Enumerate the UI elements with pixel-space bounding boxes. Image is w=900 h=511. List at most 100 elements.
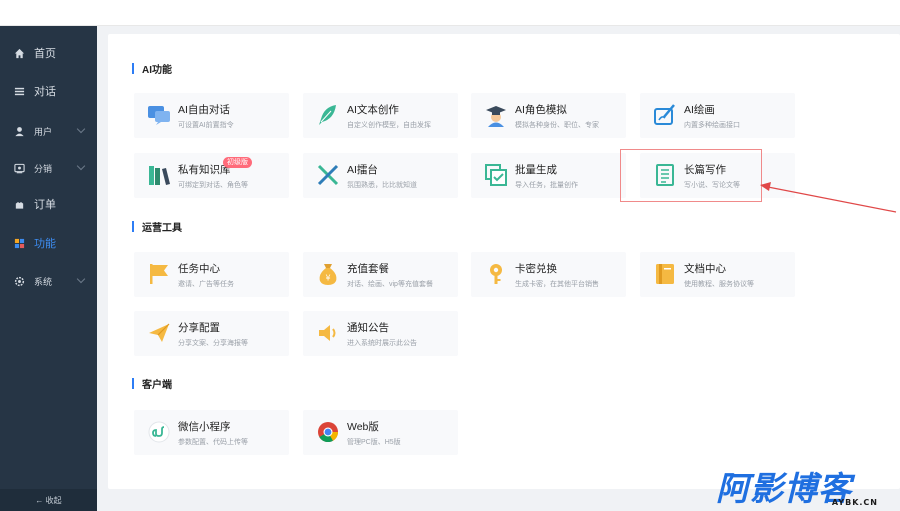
card-web-version[interactable]: Web版 管理PC版、H5版 (303, 410, 458, 455)
card-desc: 模拟各种身份、职位、专家 (515, 122, 599, 129)
section-title-client: 客户端 (132, 376, 172, 391)
list-icon (12, 84, 26, 98)
collapse-sidebar-button[interactable]: ← 收起 (0, 489, 97, 511)
highlight-box (620, 149, 762, 202)
card-notice-announcement[interactable]: 通知公告 进入系统时展示此公告 (303, 311, 458, 356)
section-title-text: 客户端 (142, 379, 172, 391)
card-document-center[interactable]: 文档中心 使用教程、服务协议等 (640, 252, 795, 297)
card-title: AI文本创作 (347, 104, 399, 116)
order-icon (12, 197, 26, 211)
card-private-knowledge-base[interactable]: 私有知识库 初级版 可绑定到对话、角色等 (134, 153, 289, 198)
paint-icon (652, 102, 678, 128)
speaker-icon (315, 320, 341, 346)
sidebar-item-label: 对话 (34, 86, 56, 98)
card-title: 批量生成 (515, 164, 557, 176)
card-desc: 邀请、广告等任务 (178, 281, 234, 288)
sidebar-item-home[interactable]: 首页 (0, 34, 97, 72)
card-desc: 自定义创作模型，自由发挥 (347, 122, 431, 129)
miniprogram-icon (146, 419, 172, 445)
card-ai-painting[interactable]: AI绘画 内置多种绘画接口 (640, 93, 795, 138)
sidebar-item-chat[interactable]: 对话 (0, 72, 97, 110)
card-title: AI角色模拟 (515, 104, 567, 116)
card-share-settings[interactable]: 分享配置 分享文案、分享海报等 (134, 311, 289, 356)
card-desc: 使用教程、服务协议等 (684, 281, 754, 288)
card-title: 微信小程序 (178, 421, 231, 433)
card-title: 分享配置 (178, 322, 220, 334)
money-bag-icon: ¥ (315, 261, 341, 287)
chrome-icon (315, 419, 341, 445)
section-title-text: 运营工具 (142, 222, 182, 234)
sidebar-item-label: 用户 (34, 126, 53, 137)
card-title: 任务中心 (178, 263, 220, 275)
card-desc: 进入系统时展示此公告 (347, 340, 417, 347)
gear-icon (12, 274, 26, 288)
card-ai-free-chat[interactable]: AI自由对话 可设置AI前置指令 (134, 93, 289, 138)
card-wechat-miniprogram[interactable]: 微信小程序 参数配置、代码上传等 (134, 410, 289, 455)
card-title: 文档中心 (684, 263, 726, 275)
sidebar-item-label: 系统 (34, 276, 53, 287)
user-icon (12, 124, 26, 138)
sidebar-item-label: 功能 (34, 238, 56, 250)
section-accent-bar (132, 62, 134, 74)
card-desc: 导入任务，批量创作 (515, 182, 578, 189)
watermark-logo: 阿影博客 AYBK.CN (714, 460, 900, 511)
card-desc: 内置多种绘画接口 (684, 122, 740, 129)
main-panel: AI功能 AI自由对话 可设置AI前置指令 AI文本创作 自定义创作模型，自由发… (108, 34, 900, 489)
card-desc: 对话、绘画、vip等充值套餐 (347, 281, 433, 288)
card-title: Web版 (347, 421, 379, 433)
card-desc: 氛围熟悉，比比就知道 (347, 182, 417, 189)
chat-bubble-icon (146, 102, 172, 128)
version-badge: 初级版 (223, 157, 252, 168)
flag-icon (146, 261, 172, 287)
card-title: AI自由对话 (178, 104, 230, 116)
card-ai-role-play[interactable]: AI角色模拟 模拟各种身份、职位、专家 (471, 93, 626, 138)
annotation-arrow-icon (760, 182, 897, 213)
card-desc: 参数配置、代码上传等 (178, 439, 248, 446)
swords-icon (315, 162, 341, 188)
watermark-subtext: AYBK.CN (831, 498, 878, 507)
card-desc: 管理PC版、H5版 (347, 439, 401, 446)
card-title: AI绘画 (684, 104, 715, 116)
chevron-down-icon (76, 274, 86, 284)
card-card-key-exchange[interactable]: 卡密兑换 生成卡密，在其他平台销售 (471, 252, 626, 297)
sidebar-item-label: 首页 (34, 48, 56, 60)
apps-icon (12, 236, 26, 250)
section-title-text: AI功能 (142, 64, 172, 76)
sidebar: 首页 对话 用户 分销 订单 功能 系统 ← 收起 (0, 26, 97, 511)
sidebar-item-features[interactable]: 功能 (0, 224, 97, 262)
card-batch-generation[interactable]: 批量生成 导入任务，批量创作 (471, 153, 626, 198)
card-title: 充值套餐 (347, 263, 389, 275)
chevron-down-icon (76, 124, 86, 134)
svg-text:¥: ¥ (325, 274, 330, 283)
sidebar-item-system[interactable]: 系统 (0, 262, 97, 300)
graduate-icon (483, 102, 509, 128)
sidebar-item-users[interactable]: 用户 (0, 112, 97, 150)
sidebar-item-label: 订单 (34, 199, 56, 211)
sidebar-item-orders[interactable]: 订单 (0, 185, 97, 223)
chevron-down-icon (76, 161, 86, 171)
card-ai-arena[interactable]: AI擂台 氛围熟悉，比比就知道 (303, 153, 458, 198)
card-desc: 可绑定到对话、角色等 (178, 182, 248, 189)
card-recharge-plans[interactable]: ¥ 充值套餐 对话、绘画、vip等充值套餐 (303, 252, 458, 297)
card-task-center[interactable]: 任务中心 邀请、广告等任务 (134, 252, 289, 297)
feather-icon (315, 102, 341, 128)
book-icon (652, 261, 678, 287)
card-title: 通知公告 (347, 322, 389, 334)
home-icon (12, 46, 26, 60)
books-icon (146, 162, 172, 188)
section-title-ops: 运营工具 (132, 219, 182, 234)
sidebar-item-distribution[interactable]: 分销 (0, 149, 97, 187)
batch-icon (483, 162, 509, 188)
paper-plane-icon (146, 320, 172, 346)
card-title: 卡密兑换 (515, 263, 557, 275)
card-desc: 分享文案、分享海报等 (178, 340, 248, 347)
key-icon (483, 261, 509, 287)
section-accent-bar (132, 220, 134, 232)
sidebar-item-label: 分销 (34, 163, 53, 174)
section-title-ai: AI功能 (132, 61, 172, 76)
section-accent-bar (132, 377, 134, 389)
card-desc: 生成卡密，在其他平台销售 (515, 281, 599, 288)
card-desc: 可设置AI前置指令 (178, 122, 234, 129)
distribution-icon (12, 161, 26, 175)
card-ai-text-creation[interactable]: AI文本创作 自定义创作模型，自由发挥 (303, 93, 458, 138)
